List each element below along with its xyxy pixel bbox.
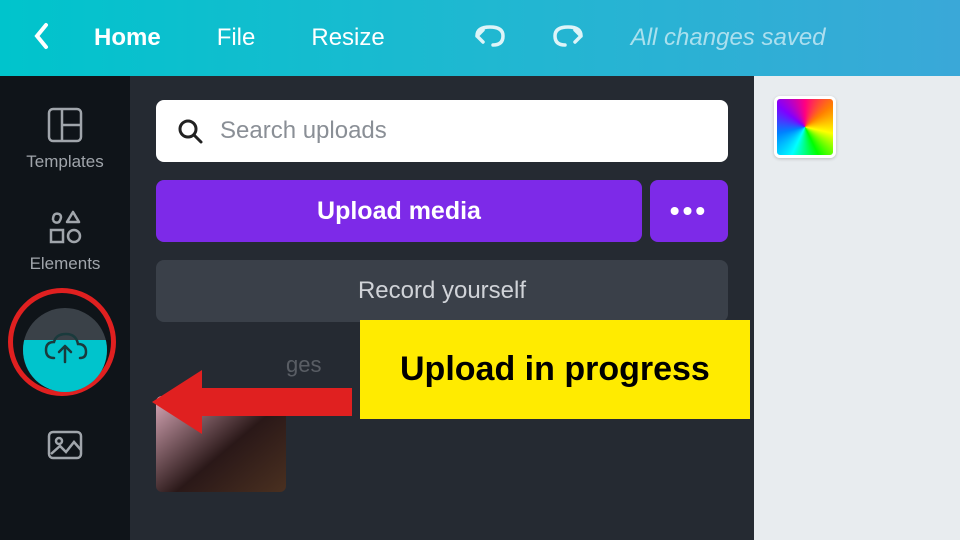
back-button[interactable] bbox=[20, 13, 62, 64]
uploads-panel: Upload media ••• Record yourself ges bbox=[130, 76, 754, 540]
sidebar-elements[interactable]: Elements bbox=[0, 194, 130, 286]
home-menu[interactable]: Home bbox=[70, 12, 185, 64]
upload-media-button[interactable]: Upload media bbox=[156, 180, 642, 242]
sidebar-elements-label: Elements bbox=[30, 254, 101, 274]
sidebar-photos[interactable] bbox=[0, 414, 130, 476]
undo-button[interactable] bbox=[455, 13, 525, 64]
cloud-upload-icon bbox=[42, 332, 88, 368]
color-picker-button[interactable] bbox=[774, 96, 836, 158]
redo-icon bbox=[551, 23, 585, 49]
templates-icon bbox=[46, 106, 84, 144]
save-status: All changes saved bbox=[631, 24, 826, 52]
upload-more-button[interactable]: ••• bbox=[650, 180, 728, 242]
main-area: Templates Elements bbox=[0, 76, 960, 540]
resize-menu[interactable]: Resize bbox=[287, 12, 408, 64]
elements-icon bbox=[45, 206, 85, 246]
photos-icon bbox=[46, 426, 84, 464]
top-menu-bar: Home File Resize All changes saved bbox=[0, 0, 960, 76]
sidebar-templates-label: Templates bbox=[26, 152, 103, 172]
search-uploads-input[interactable] bbox=[220, 117, 708, 145]
tab-fragment: ges bbox=[286, 352, 321, 377]
redo-button[interactable] bbox=[533, 13, 603, 64]
annotation-label: Upload in progress bbox=[360, 320, 750, 419]
undo-icon bbox=[473, 23, 507, 49]
upload-button-row: Upload media ••• bbox=[156, 180, 728, 242]
search-uploads-box[interactable] bbox=[156, 100, 728, 162]
chevron-left-icon bbox=[32, 21, 50, 51]
record-yourself-button[interactable]: Record yourself bbox=[156, 260, 728, 322]
left-sidebar: Templates Elements bbox=[0, 76, 130, 540]
upload-progress-indicator bbox=[23, 308, 107, 392]
upload-thumbnail[interactable] bbox=[156, 396, 286, 492]
sidebar-templates[interactable]: Templates bbox=[0, 94, 130, 184]
search-icon bbox=[176, 117, 204, 145]
canvas-area bbox=[754, 76, 960, 540]
sidebar-uploads[interactable] bbox=[0, 296, 130, 404]
file-menu[interactable]: File bbox=[193, 12, 280, 64]
